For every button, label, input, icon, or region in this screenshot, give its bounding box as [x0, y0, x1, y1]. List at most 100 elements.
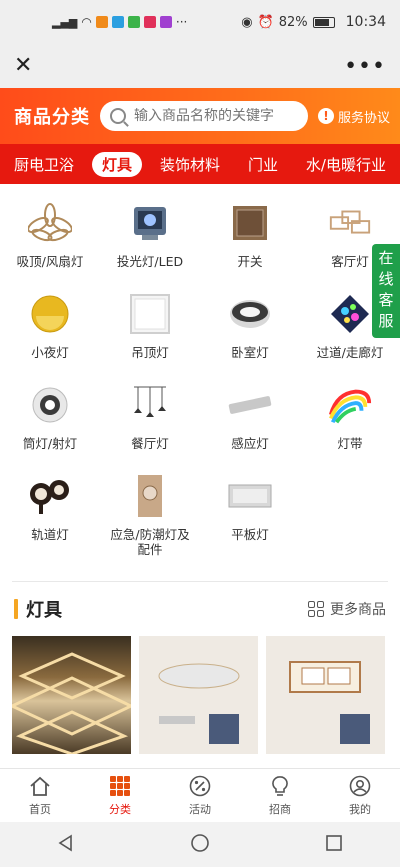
nav-business[interactable]: 招商 [240, 769, 320, 822]
app-icon [143, 16, 156, 28]
status-bar: ▂▄▆ ◠ ··· ◉ ⏰ 82% 10:34 [0, 0, 400, 44]
nav-label: 活动 [189, 803, 211, 816]
more-notifications-icon: ··· [175, 15, 188, 29]
home-icon [28, 774, 52, 798]
ceiling-lamp-icon [27, 200, 73, 246]
product-list [0, 622, 400, 754]
percent-icon [188, 774, 212, 798]
tab-water-heating[interactable]: 水/电暖行业 [296, 152, 396, 177]
bedroom-lamp-icon [227, 291, 273, 337]
bulb-icon [268, 774, 292, 798]
status-left: ▂▄▆ ◠ ··· [52, 15, 187, 29]
subcategory-label: 开关 [237, 254, 263, 269]
nav-label: 招商 [269, 803, 291, 816]
subcategory-item[interactable]: 感应灯 [200, 382, 300, 451]
product-card[interactable] [139, 636, 258, 754]
signal-icon: ▂▄▆ [52, 15, 78, 29]
more-goods-label: 更多商品 [330, 602, 386, 618]
product-image [139, 636, 258, 754]
bottom-nav: 首页 分类 活动 招商 我的 [0, 768, 400, 822]
subcategory-item[interactable]: 吊顶灯 [100, 291, 200, 360]
category-tabs: 厨电卫浴 灯具 装饰材料 门业 水/电暖行业 [0, 144, 400, 184]
nav-activity[interactable]: 活动 [160, 769, 240, 822]
recents-icon[interactable] [325, 834, 343, 856]
grid-icon [308, 601, 324, 617]
subcategory-grid: 吸顶/风扇灯 投光灯/LED 开关 客厅灯 小夜灯 吊顶灯 卧室灯 过道/走廊灯… [0, 184, 400, 557]
subcategory-label: 筒灯/射灯 [22, 436, 78, 451]
exclamation-icon: ! [317, 108, 334, 124]
subcategory-item[interactable]: 灯带 [300, 382, 400, 451]
flat-panel-icon [227, 473, 273, 519]
user-icon [348, 774, 372, 798]
more-options-icon[interactable]: ••• [344, 54, 386, 79]
subcategory-item[interactable]: 小夜灯 [0, 291, 100, 360]
app-icon [95, 16, 108, 28]
close-icon[interactable]: ✕ [14, 55, 32, 77]
subcategory-label: 平板灯 [231, 527, 269, 542]
battery-percent: 82% [278, 14, 308, 30]
subcategory-label: 客厅灯 [331, 254, 369, 269]
product-card[interactable] [12, 636, 131, 754]
product-image [12, 652, 131, 754]
subcategory-item[interactable]: 投光灯/LED [100, 200, 200, 269]
product-card[interactable] [266, 636, 385, 754]
more-goods-link[interactable]: 更多商品 [308, 599, 386, 619]
subcategory-label: 吸顶/风扇灯 [16, 254, 84, 269]
subcategory-label: 过道/走廊灯 [316, 345, 384, 360]
subcategory-item[interactable]: 开关 [200, 200, 300, 269]
nav-label: 首页 [29, 803, 51, 816]
flood-light-icon [127, 200, 173, 246]
home-circle-icon[interactable] [190, 833, 210, 857]
subcategory-label: 小夜灯 [31, 345, 69, 360]
category-icon [108, 774, 132, 798]
subcategory-label: 投光灯/LED [116, 254, 184, 269]
page-title: 商品分类 [14, 107, 90, 128]
search-input[interactable] [134, 108, 298, 124]
sensor-light-icon [227, 382, 273, 428]
subcategory-item[interactable]: 筒灯/射灯 [0, 382, 100, 451]
tab-decoration[interactable]: 装饰材料 [150, 152, 230, 177]
webview-title-bar: ✕ ••• [0, 44, 400, 88]
app-icon [159, 16, 172, 28]
online-service-button[interactable]: 在线客服 [372, 244, 400, 338]
service-agreement-link[interactable]: ! 服务协议 [317, 107, 390, 126]
subcategory-item[interactable]: 应急/防潮灯及配件 [100, 473, 200, 557]
tab-doors[interactable]: 门业 [238, 152, 288, 177]
subcategory-item[interactable]: 餐厅灯 [100, 382, 200, 451]
subcategory-item[interactable]: 平板灯 [200, 473, 300, 557]
eye-icon: ◉ [241, 14, 253, 30]
app-icon [127, 16, 140, 28]
service-agreement-label: 服务协议 [337, 110, 390, 126]
search-box[interactable] [100, 101, 308, 131]
panel-light-icon [127, 291, 173, 337]
switch-icon [227, 200, 273, 246]
subcategory-label: 餐厅灯 [131, 436, 169, 451]
downlight-icon [27, 382, 73, 428]
subcategory-item[interactable]: 轨道灯 [0, 473, 100, 557]
subcategory-label: 轨道灯 [31, 527, 69, 542]
header: 商品分类 ! 服务协议 [0, 88, 400, 144]
track-light-icon [27, 473, 73, 519]
night-light-icon [27, 291, 73, 337]
subcategory-label: 感应灯 [231, 436, 269, 451]
product-image [266, 636, 385, 754]
subcategory-item[interactable]: 卧室灯 [200, 291, 300, 360]
clock: 10:34 [345, 14, 386, 30]
tab-kitchen-bath[interactable]: 厨电卫浴 [4, 152, 84, 177]
nav-home[interactable]: 首页 [0, 769, 80, 822]
back-icon[interactable] [57, 834, 75, 856]
light-strip-icon [327, 382, 373, 428]
subcategory-item[interactable]: 吸顶/风扇灯 [0, 200, 100, 269]
living-room-lamp-icon [327, 200, 373, 246]
app-icon [111, 16, 124, 28]
nav-mine[interactable]: 我的 [320, 769, 400, 822]
subcategory-label: 卧室灯 [231, 345, 269, 360]
system-nav-bar [0, 822, 400, 867]
corridor-lamp-icon [327, 291, 373, 337]
nav-category[interactable]: 分类 [80, 769, 160, 822]
battery-icon [312, 16, 335, 28]
tab-lighting[interactable]: 灯具 [91, 151, 142, 177]
wifi-icon: ◠ [81, 15, 92, 29]
section-accent [14, 599, 18, 619]
pendant-lamp-icon [127, 382, 173, 428]
